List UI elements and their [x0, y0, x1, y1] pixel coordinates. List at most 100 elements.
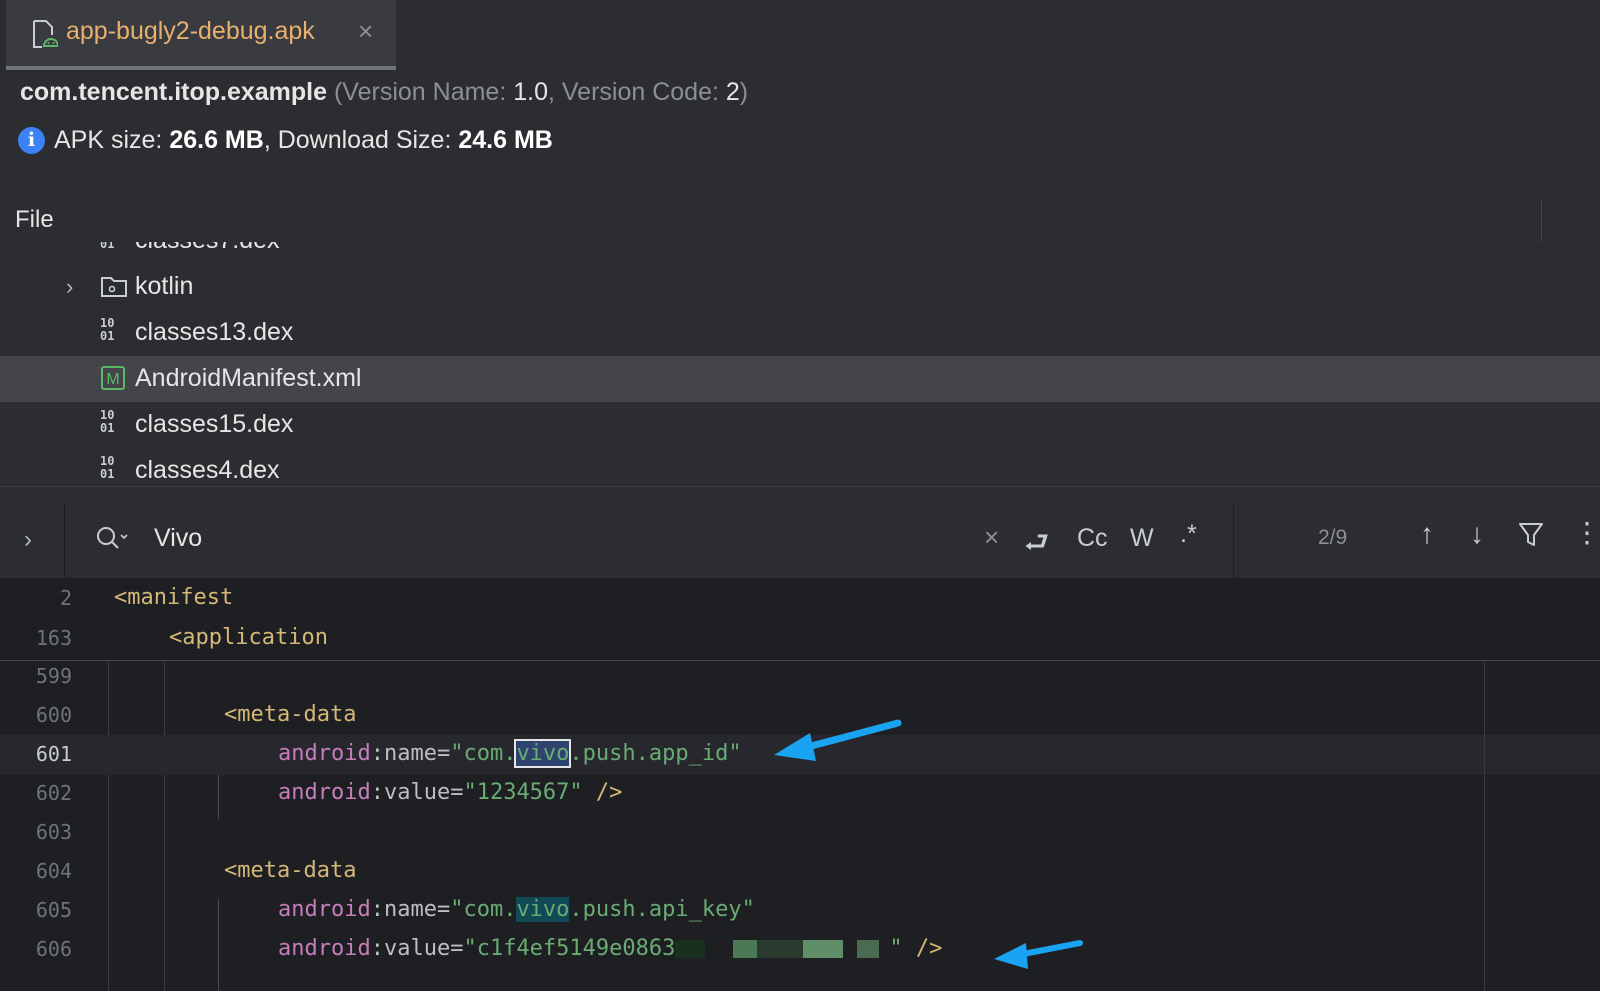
- code-editor[interactable]: 2 <manifest 163 <application 599 600 <me…: [0, 579, 1600, 991]
- tab-apk[interactable]: app-bugly2-debug.apk ×: [6, 0, 396, 70]
- code-text: <meta-data: [224, 858, 357, 883]
- line-number: 599: [35, 664, 72, 688]
- code-line[interactable]: 602 android:value="1234567" />: [0, 774, 1600, 814]
- version-code-label: , Version Code:: [548, 78, 726, 106]
- string-suffix: .push.app_id: [569, 741, 729, 766]
- svg-text:M: M: [106, 371, 119, 388]
- tree-row-kotlin[interactable]: › kotlin: [0, 264, 1600, 310]
- filter-icon[interactable]: [1518, 520, 1544, 550]
- code-text: <manifest: [114, 585, 234, 610]
- attr-name: value: [383, 780, 451, 805]
- code-text: android:value="1234567" />: [278, 780, 623, 805]
- tree-item-label: classes15.dex: [135, 410, 294, 438]
- tree-row-classes13[interactable]: 10 01 classes13.dex: [0, 310, 1600, 356]
- attr-namespace: android: [278, 741, 371, 766]
- size-line: APK size: 26.6 MB, Download Size: 24.6 M…: [54, 126, 553, 155]
- annotation-arrow: [994, 940, 1083, 969]
- column-divider[interactable]: [1541, 200, 1542, 242]
- attr-namespace: android: [278, 936, 371, 961]
- line-number: 2: [59, 586, 72, 610]
- tree-row-classes4[interactable]: 10 01 classes4.dex: [0, 448, 1600, 486]
- code-line[interactable]: 599: [0, 657, 1600, 697]
- code-text: android:name="com.vivo.push.app_id": [278, 739, 742, 768]
- download-size-label: , Download Size:: [263, 126, 459, 154]
- line-number: 600: [35, 703, 72, 727]
- more-options-icon[interactable]: ⋮: [1573, 516, 1600, 549]
- apk-file-icon: [33, 20, 58, 48]
- code-line[interactable]: 605 android:name="com.vivo.push.api_key": [0, 891, 1600, 931]
- dex-file-icon: 1001: [100, 316, 115, 343]
- search-input[interactable]: Vivo: [154, 524, 202, 553]
- code-text: android:value="c1f4ef5149e0863 " />: [278, 936, 943, 961]
- line-number: 603: [35, 820, 72, 844]
- tab-title: app-bugly2-debug.apk: [66, 17, 315, 45]
- regex-toggle[interactable]: .*: [1180, 520, 1197, 549]
- line-number: 604: [35, 859, 72, 883]
- attr-name: name: [383, 897, 437, 922]
- code-line[interactable]: 603: [0, 813, 1600, 853]
- sticky-line[interactable]: 2 <manifest: [0, 579, 1600, 619]
- version-name: 1.0: [513, 78, 548, 106]
- previous-match-icon[interactable]: ↑: [1420, 518, 1434, 550]
- code-line[interactable]: [0, 969, 1600, 991]
- string-prefix: com.: [463, 897, 517, 922]
- match-count: 2/9: [1318, 526, 1348, 549]
- current-search-match: vivo: [514, 739, 572, 768]
- sticky-lines-divider: [0, 660, 1600, 661]
- tree-item-label: classes13.dex: [135, 318, 294, 346]
- search-match: vivo: [516, 897, 570, 922]
- search-icon[interactable]: [96, 526, 130, 552]
- code-line[interactable]: 604 <meta-data: [0, 852, 1600, 892]
- panel-splitter[interactable]: [0, 486, 1600, 503]
- line-number: 602: [35, 781, 72, 805]
- expand-replace-icon[interactable]: ›: [24, 526, 32, 554]
- version-close: ): [739, 78, 749, 106]
- tree-row-classes7[interactable]: 1001 classes7.dex: [0, 242, 1600, 264]
- match-case-toggle[interactable]: Cc: [1077, 524, 1108, 553]
- version-name-label: (Version Name:: [333, 78, 514, 106]
- tag-close: />: [582, 780, 623, 805]
- code-text: android:name="com.vivo.push.api_key": [278, 897, 755, 922]
- clear-search-icon[interactable]: ×: [984, 522, 999, 553]
- folder-icon: [101, 277, 127, 297]
- tree-item-label: classes4.dex: [135, 456, 280, 484]
- tree-item-label: classes7.dex: [135, 242, 280, 255]
- tree-item-label: AndroidManifest.xml: [135, 364, 362, 392]
- string-prefix: com.: [463, 741, 517, 766]
- dex-file-icon: 1001: [100, 408, 115, 435]
- tree-row-classes15[interactable]: 10 01 classes15.dex: [0, 402, 1600, 448]
- line-number: 606: [35, 937, 72, 961]
- next-match-icon[interactable]: ↓: [1470, 518, 1484, 550]
- find-bar: › Vivo × ⮐ Cc W .* 2/9 ↑ ↓ ⋮: [0, 502, 1600, 579]
- apk-size-value: 26.6 MB: [169, 126, 264, 154]
- annotation-arrow: [774, 719, 902, 761]
- download-size-value: 24.6 MB: [458, 126, 553, 154]
- attr-namespace: android: [278, 897, 371, 922]
- file-column-label: File: [15, 206, 54, 233]
- divider: [1233, 502, 1234, 578]
- line-number: 605: [35, 898, 72, 922]
- line-number: 163: [35, 626, 72, 650]
- code-line[interactable]: 606 android:value="c1f4ef5149e0863 " />: [0, 930, 1600, 970]
- manifest-icon: M: [101, 366, 125, 390]
- dex-file-icon: 1001: [100, 242, 115, 251]
- words-toggle[interactable]: W: [1130, 524, 1154, 553]
- redacted-value: [675, 936, 890, 961]
- code-text: <application: [169, 625, 328, 650]
- file-column-header[interactable]: File: [0, 200, 1600, 243]
- sticky-line[interactable]: 163 <application: [0, 619, 1600, 659]
- apk-size-label: APK size:: [54, 126, 170, 154]
- right-margin-guide: [1484, 661, 1485, 991]
- attr-name: name: [383, 741, 437, 766]
- newline-icon[interactable]: ⮐: [1024, 522, 1049, 570]
- tag-close: />: [902, 936, 943, 961]
- code-text: <meta-data: [224, 702, 357, 727]
- chevron-right-icon[interactable]: ›: [66, 274, 73, 300]
- package-name: com.tencent.itop.example: [20, 78, 328, 106]
- tree-item-label: kotlin: [135, 272, 194, 300]
- attr-value: c1f4ef5149e0863: [476, 936, 676, 961]
- close-tab-icon[interactable]: ×: [358, 16, 373, 47]
- divider: [64, 502, 65, 578]
- file-tree[interactable]: 1001 classes7.dex › kotlin 1001 classes1…: [0, 242, 1600, 486]
- tree-row-androidmanifest[interactable]: M AndroidManifest.xml: [0, 356, 1600, 402]
